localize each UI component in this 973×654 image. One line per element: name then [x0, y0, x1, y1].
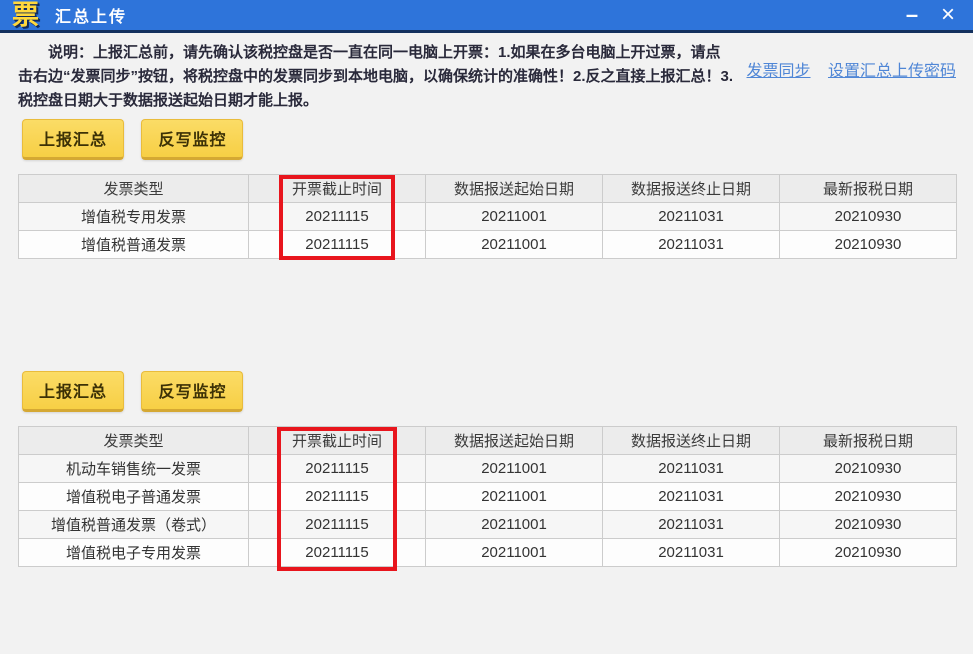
- table-cell: 增值税专用发票: [18, 202, 249, 231]
- table-1-wrapper: 发票类型 开票截止时间 数据报送起始日期 数据报送终止日期 最新报税日期 增值税…: [18, 174, 957, 260]
- window-controls: – ×: [897, 1, 963, 29]
- table-2-wrapper: 发票类型 开票截止时间 数据报送起始日期 数据报送终止日期 最新报税日期 机动车…: [18, 426, 957, 571]
- table-cell: 20210930: [779, 202, 957, 231]
- table-row: 增值税电子专用发票 20211115 20211001 20211031 2021093…: [18, 538, 957, 567]
- table-cell: 20211001: [425, 538, 603, 567]
- header-invoice-type: 发票类型: [18, 174, 249, 203]
- table-cell: 20211031: [602, 538, 780, 567]
- table-row: 增值税专用发票 20211115 20211001 20211031 20210930: [18, 202, 957, 231]
- table-cell: 20211001: [425, 230, 603, 259]
- table-cell: 20211001: [425, 454, 603, 483]
- header-report-end-date: 数据报送终止日期: [602, 174, 780, 203]
- instructions-text: 说明：上报汇总前，请先确认该税控盘是否一直在同一电脑上开票：1.如果在多台电脑上…: [18, 44, 734, 109]
- table-cell: 20211001: [425, 510, 603, 539]
- writeback-monitor-button-2[interactable]: 反写监控: [141, 371, 244, 412]
- table-cell: 20211031: [602, 510, 780, 539]
- table-cell: 增值税电子普通发票: [18, 482, 249, 511]
- table-cell: 20211031: [602, 454, 780, 483]
- table-cell: 20211001: [425, 482, 603, 511]
- header-issue-deadline: 开票截止时间: [248, 426, 426, 455]
- table-cell: 20211115: [248, 202, 426, 231]
- header-invoice-type: 发票类型: [18, 426, 249, 455]
- invoice-table-1: 发票类型 开票截止时间 数据报送起始日期 数据报送终止日期 最新报税日期 增值税…: [18, 174, 957, 259]
- title-bar: 票 汇总上传 – ×: [0, 0, 973, 33]
- table-cell: 20210930: [779, 454, 957, 483]
- table-cell: 20210930: [779, 230, 957, 259]
- top-right-links: 发票同步 设置汇总上传密码: [734, 57, 956, 81]
- app-logo-ticket-icon: 票: [12, 0, 39, 30]
- description-row: 说明：上报汇总前，请先确认该税控盘是否一直在同一电脑上开票：1.如果在多台电脑上…: [18, 37, 956, 113]
- table-header-row: 发票类型 开票截止时间 数据报送起始日期 数据报送终止日期 最新报税日期: [18, 174, 957, 203]
- table-cell: 增值税普通发票: [18, 230, 249, 259]
- report-summary-button-2[interactable]: 上报汇总: [22, 371, 125, 412]
- header-issue-deadline: 开票截止时间: [248, 174, 426, 203]
- header-report-start-date: 数据报送起始日期: [425, 174, 603, 203]
- table-cell: 20211115: [248, 454, 426, 483]
- table-cell: 20211031: [602, 230, 780, 259]
- table-cell: 20210930: [779, 510, 957, 539]
- header-report-end-date: 数据报送终止日期: [602, 426, 780, 455]
- table-cell: 20211031: [602, 482, 780, 511]
- table-row: 机动车销售统一发票 20211115 20211001 20211031 2021093…: [18, 454, 957, 483]
- table-cell: 机动车销售统一发票: [18, 454, 249, 483]
- report-summary-button[interactable]: 上报汇总: [22, 119, 125, 160]
- table-row: 增值税普通发票 20211115 20211001 20211031 20210930: [18, 230, 957, 259]
- window-title: 汇总上传: [55, 9, 128, 26]
- table-cell: 20211031: [602, 202, 780, 231]
- table-cell: 20210930: [779, 482, 957, 511]
- action-buttons-row-2: 上报汇总 反写监控: [18, 371, 956, 412]
- table-header-row: 发票类型 开票截止时间 数据报送起始日期 数据报送终止日期 最新报税日期: [18, 426, 957, 455]
- action-buttons-row-1: 上报汇总 反写监控: [18, 119, 956, 160]
- section-other-invoices: 上报汇总 反写监控 发票类型 开票截止时间 数据报送起始日期 数据报送终止日期 …: [18, 371, 957, 571]
- table-cell: 20211115: [248, 510, 426, 539]
- table-row: 增值税电子普通发票 20211115 20211001 20211031 2021093…: [18, 482, 957, 511]
- invoice-sync-link[interactable]: 发票同步: [747, 63, 811, 80]
- header-latest-tax-date: 最新报税日期: [779, 174, 957, 203]
- table-cell: 增值税普通发票（卷式）: [18, 510, 249, 539]
- minimize-button[interactable]: –: [897, 1, 927, 29]
- section-special-invoices: 上报汇总 反写监控 发票类型 开票截止时间 数据报送起始日期 数据报送终止日期 …: [18, 119, 957, 260]
- close-button[interactable]: ×: [933, 1, 963, 29]
- table-cell: 20211115: [248, 538, 426, 567]
- header-latest-tax-date: 最新报税日期: [779, 426, 957, 455]
- header-report-start-date: 数据报送起始日期: [425, 426, 603, 455]
- set-upload-password-link[interactable]: 设置汇总上传密码: [828, 63, 956, 80]
- table-cell: 20211115: [248, 482, 426, 511]
- table-cell: 20211001: [425, 202, 603, 231]
- table-cell: 20210930: [779, 538, 957, 567]
- table-cell: 增值税电子专用发票: [18, 538, 249, 567]
- invoice-table-2: 发票类型 开票截止时间 数据报送起始日期 数据报送终止日期 最新报税日期 机动车…: [18, 426, 957, 567]
- table-cell: 20211115: [248, 230, 426, 259]
- table-row: 增值税普通发票（卷式） 20211115 20211001 20211031 20210…: [18, 510, 957, 539]
- writeback-monitor-button[interactable]: 反写监控: [141, 119, 244, 160]
